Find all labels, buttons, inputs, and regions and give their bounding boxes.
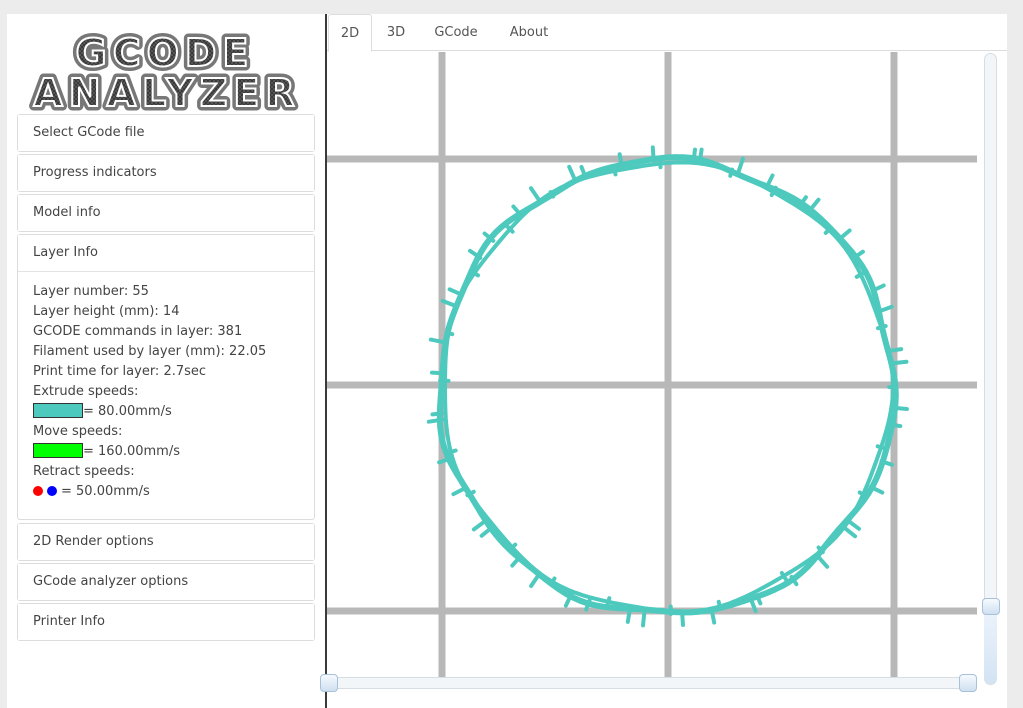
extrusion-tick — [428, 337, 447, 345]
accordion-model-info[interactable]: Model info — [17, 194, 315, 232]
extrude-speeds-label: Extrude speeds: — [33, 384, 139, 399]
layer-info-body: Layer number: 55 Layer height (mm): 14 G… — [18, 271, 314, 512]
extrusion-tick — [842, 526, 858, 539]
layer-info-header[interactable]: Layer Info — [18, 235, 314, 271]
extrusion-tick — [479, 527, 492, 538]
view-tabs: 2D 3D GCode About — [327, 14, 1007, 52]
range-slider-track[interactable] — [322, 677, 976, 689]
retract-speed-value: = 50.00mm/s — [61, 484, 150, 499]
layer-height: Layer height (mm): 14 — [33, 304, 180, 319]
extrusion-tick — [875, 444, 888, 451]
move-speeds-label: Move speeds: — [33, 424, 123, 439]
extrusion-tick — [529, 572, 541, 588]
model-info-header[interactable]: Model info — [18, 195, 314, 231]
extrusion-tick — [511, 204, 522, 217]
extrusion-tick — [847, 519, 861, 531]
extrusion-tick — [617, 152, 624, 167]
progress-header[interactable]: Progress indicators — [18, 155, 314, 191]
tab-about[interactable]: About — [495, 14, 563, 51]
extrude-speed-row: = 80.00mm/s — [33, 402, 299, 422]
extrusion-tick — [680, 611, 685, 627]
extrusion-tick — [807, 197, 821, 213]
layer-number: Layer number: 55 — [33, 284, 149, 299]
extrusion-tick — [650, 145, 656, 163]
range-slider-start-handle[interactable] — [320, 674, 338, 692]
extrusion-tick — [444, 330, 455, 337]
extrusion-tick — [451, 486, 467, 497]
logo-line-1-fill: GCODE — [76, 32, 255, 75]
accordion-render-options[interactable]: 2D Render options — [17, 523, 315, 561]
extrusion-tick — [430, 370, 443, 376]
extrusion-tick — [550, 576, 557, 585]
extrude-color-swatch — [33, 403, 83, 418]
layer-commands: GCODE commands in layer: 381 — [33, 324, 243, 339]
accordion-select-file[interactable]: Select GCode file — [17, 114, 315, 152]
tab-gcode[interactable]: GCode — [423, 14, 489, 51]
extrusion-tick — [888, 422, 903, 429]
layer-slider-handle[interactable] — [982, 598, 1000, 615]
layer-render-canvas[interactable] — [327, 52, 977, 686]
extrusion-tick — [548, 190, 556, 199]
extrusion-tick — [890, 359, 909, 366]
accordion-progress[interactable]: Progress indicators — [17, 154, 315, 192]
extrusion-tick — [567, 164, 577, 182]
extrusion-tick — [889, 347, 904, 353]
move-speed-value: = 160.00mm/s — [83, 444, 180, 459]
range-slider-end-handle[interactable] — [959, 674, 977, 692]
layer-slider-range — [984, 614, 997, 684]
extrusion-tick — [816, 554, 830, 569]
render-options-header[interactable]: 2D Render options — [18, 524, 314, 560]
extrusion-tick — [510, 556, 521, 568]
retract-speeds-label: Retract speeds: — [33, 464, 135, 479]
extrusion-tick — [641, 610, 647, 628]
retract-dot-blue — [47, 486, 57, 496]
accordion-layer-info: Layer Info Layer number: 55 Layer height… — [17, 234, 315, 520]
retract-dot-red — [33, 486, 43, 496]
extrusion-tick — [728, 167, 735, 178]
extrude-speed-value: = 80.00mm/s — [83, 404, 172, 419]
tab-2d[interactable]: 2D — [328, 14, 372, 52]
layer-filament: Filament used by layer (mm): 22.05 — [33, 344, 267, 359]
extrusion-tick — [709, 607, 717, 625]
tab-3d[interactable]: 3D — [375, 14, 417, 51]
sidebar: GCODE GCODE ANALYZER ANALYZER Select GCo… — [7, 14, 327, 708]
extrusion-tick — [430, 411, 444, 417]
analyzer-options-header[interactable]: GCode analyzer options — [18, 564, 314, 600]
select-file-header[interactable]: Select GCode file — [18, 115, 314, 151]
layer-print-time: Print time for layer: 2.7sec — [33, 364, 207, 379]
printer-info-header[interactable]: Printer Info — [18, 604, 314, 640]
logo-line-2-fill: ANALYZER — [33, 71, 300, 115]
extrusion-tick — [766, 173, 775, 186]
extrusion-tick — [605, 596, 612, 608]
move-color-swatch — [33, 443, 83, 458]
extrusion-tick — [876, 324, 888, 331]
gcode-analyzer-logo: GCODE GCODE ANALYZER ANALYZER — [29, 32, 300, 120]
move-speed-row: = 160.00mm/s — [33, 442, 299, 462]
extrusion-tick — [529, 186, 541, 202]
accordion-printer-info[interactable]: Printer Info — [17, 603, 315, 641]
extrusion-tick — [691, 147, 697, 164]
extrusion-tick — [697, 147, 704, 165]
extrusion-tick — [716, 599, 723, 610]
extrusion-tick — [579, 165, 587, 178]
extrusion-tick — [471, 519, 487, 532]
extrusion-tick — [878, 304, 894, 313]
accordion-analyzer-options[interactable]: GCode analyzer options — [17, 563, 315, 601]
extrusion-tick — [426, 417, 445, 424]
extrusion-tick — [891, 405, 909, 411]
extrusion-tick — [447, 287, 462, 296]
retract-speed-row: = 50.00mm/s — [33, 482, 299, 502]
extrusion-tick — [447, 448, 458, 455]
extrusion-tick — [611, 164, 618, 177]
extrusion-tick — [837, 228, 852, 242]
extrusion-tick — [625, 608, 632, 624]
layer-slider-track[interactable] — [984, 53, 997, 685]
main-view: 2D 3D GCode About — [327, 14, 1007, 708]
